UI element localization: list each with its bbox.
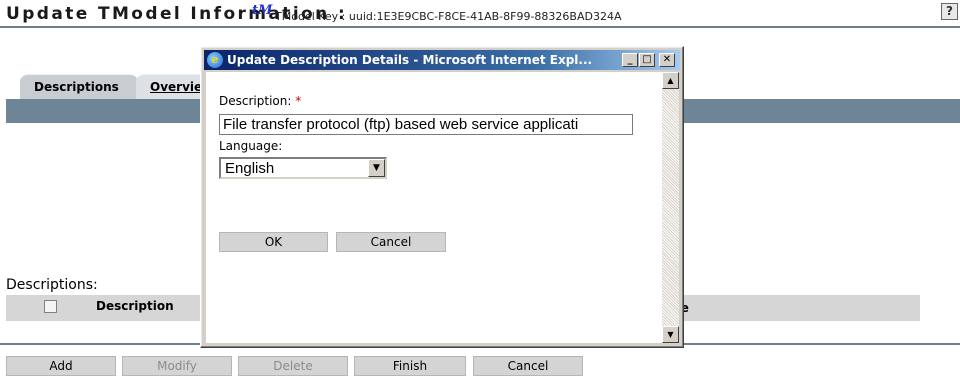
dialog-body: Description: * File transfer protocol (f…: [206, 72, 662, 343]
required-marker: *: [295, 94, 302, 108]
tab-descriptions[interactable]: Descriptions: [20, 74, 138, 100]
maximize-icon[interactable]: □: [639, 53, 655, 67]
dialog-title: Update Description Details - Microsoft I…: [227, 53, 593, 67]
language-selected-value: English: [225, 160, 275, 177]
internet-explorer-icon: e: [207, 52, 223, 68]
minimize-icon[interactable]: _: [622, 53, 638, 67]
language-label: Language:: [219, 139, 283, 153]
add-button[interactable]: Add: [6, 356, 116, 376]
tab-overview[interactable]: Overvie: [136, 74, 208, 100]
description-label: Description: *: [219, 94, 301, 108]
description-label-text: Description:: [219, 94, 292, 108]
ok-button[interactable]: OK: [219, 232, 328, 252]
tmodel-key: TModel Key : uuid:1E3E9CBC-F8CE-41AB-8F9…: [275, 10, 622, 23]
finish-button[interactable]: Finish: [354, 356, 466, 376]
header-divider: [0, 26, 960, 28]
close-icon[interactable]: ✕: [659, 53, 675, 67]
cancel-button[interactable]: Cancel: [473, 356, 583, 376]
select-all-checkbox[interactable]: [44, 300, 57, 313]
dialog-cancel-button[interactable]: Cancel: [336, 232, 446, 252]
scroll-down-icon[interactable]: ▼: [662, 326, 679, 343]
descriptions-heading: Descriptions:: [6, 277, 98, 293]
tmodel-logo: tM: [252, 3, 273, 18]
update-description-dialog: e Update Description Details - Microsoft…: [200, 46, 684, 348]
description-input[interactable]: File transfer protocol (ftp) based web s…: [219, 114, 633, 135]
modify-button[interactable]: Modify: [122, 356, 232, 376]
column-header-description: Description: [96, 299, 174, 313]
language-select[interactable]: English ▼: [219, 157, 387, 179]
dialog-titlebar[interactable]: e Update Description Details - Microsoft…: [204, 50, 680, 70]
delete-button[interactable]: Delete: [238, 356, 348, 376]
chevron-down-icon[interactable]: ▼: [368, 159, 385, 177]
vertical-scrollbar[interactable]: ▲ ▼: [662, 72, 679, 343]
scroll-up-icon[interactable]: ▲: [662, 72, 679, 89]
help-icon[interactable]: ?: [941, 3, 958, 20]
